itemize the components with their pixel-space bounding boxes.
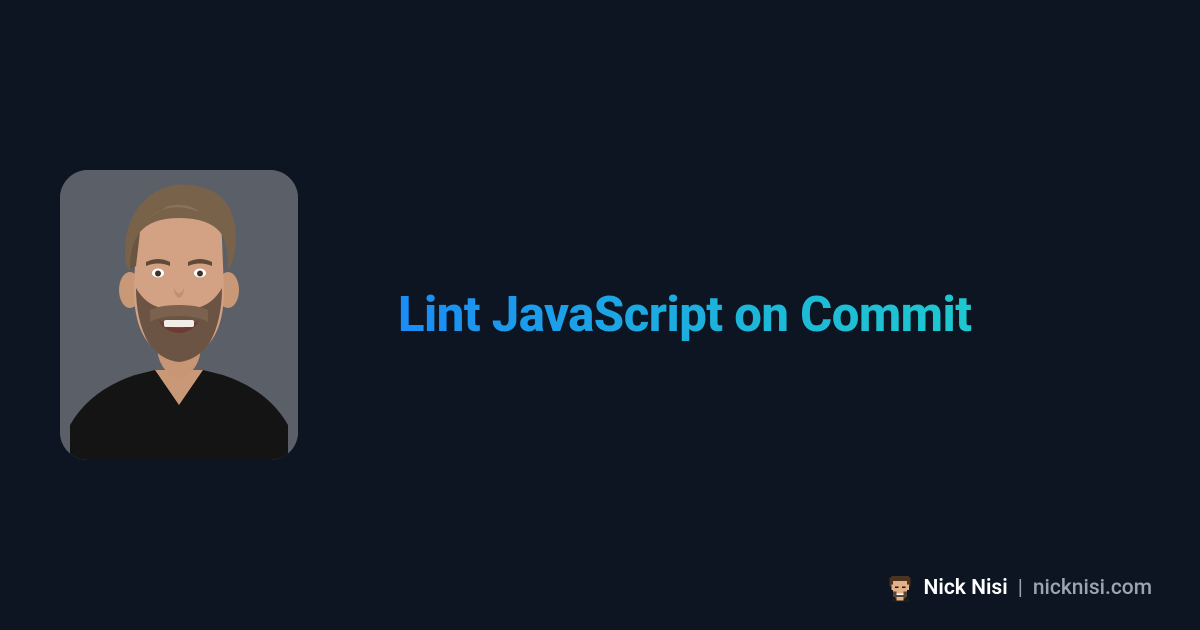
social-card: Lint JavaScript on Commit	[0, 0, 1200, 630]
pixel-avatar-icon	[886, 574, 914, 602]
avatar-photo	[60, 170, 298, 460]
content: Lint JavaScript on Commit	[398, 287, 1140, 343]
site-domain: nicknisi.com	[1033, 576, 1152, 600]
author-name: Nick Nisi	[924, 576, 1008, 600]
separator: |	[1018, 576, 1023, 600]
footer-byline: Nick Nisi | nicknisi.com	[886, 574, 1152, 602]
page-title: Lint JavaScript on Commit	[398, 287, 1140, 343]
avatar-wrap	[60, 170, 298, 460]
